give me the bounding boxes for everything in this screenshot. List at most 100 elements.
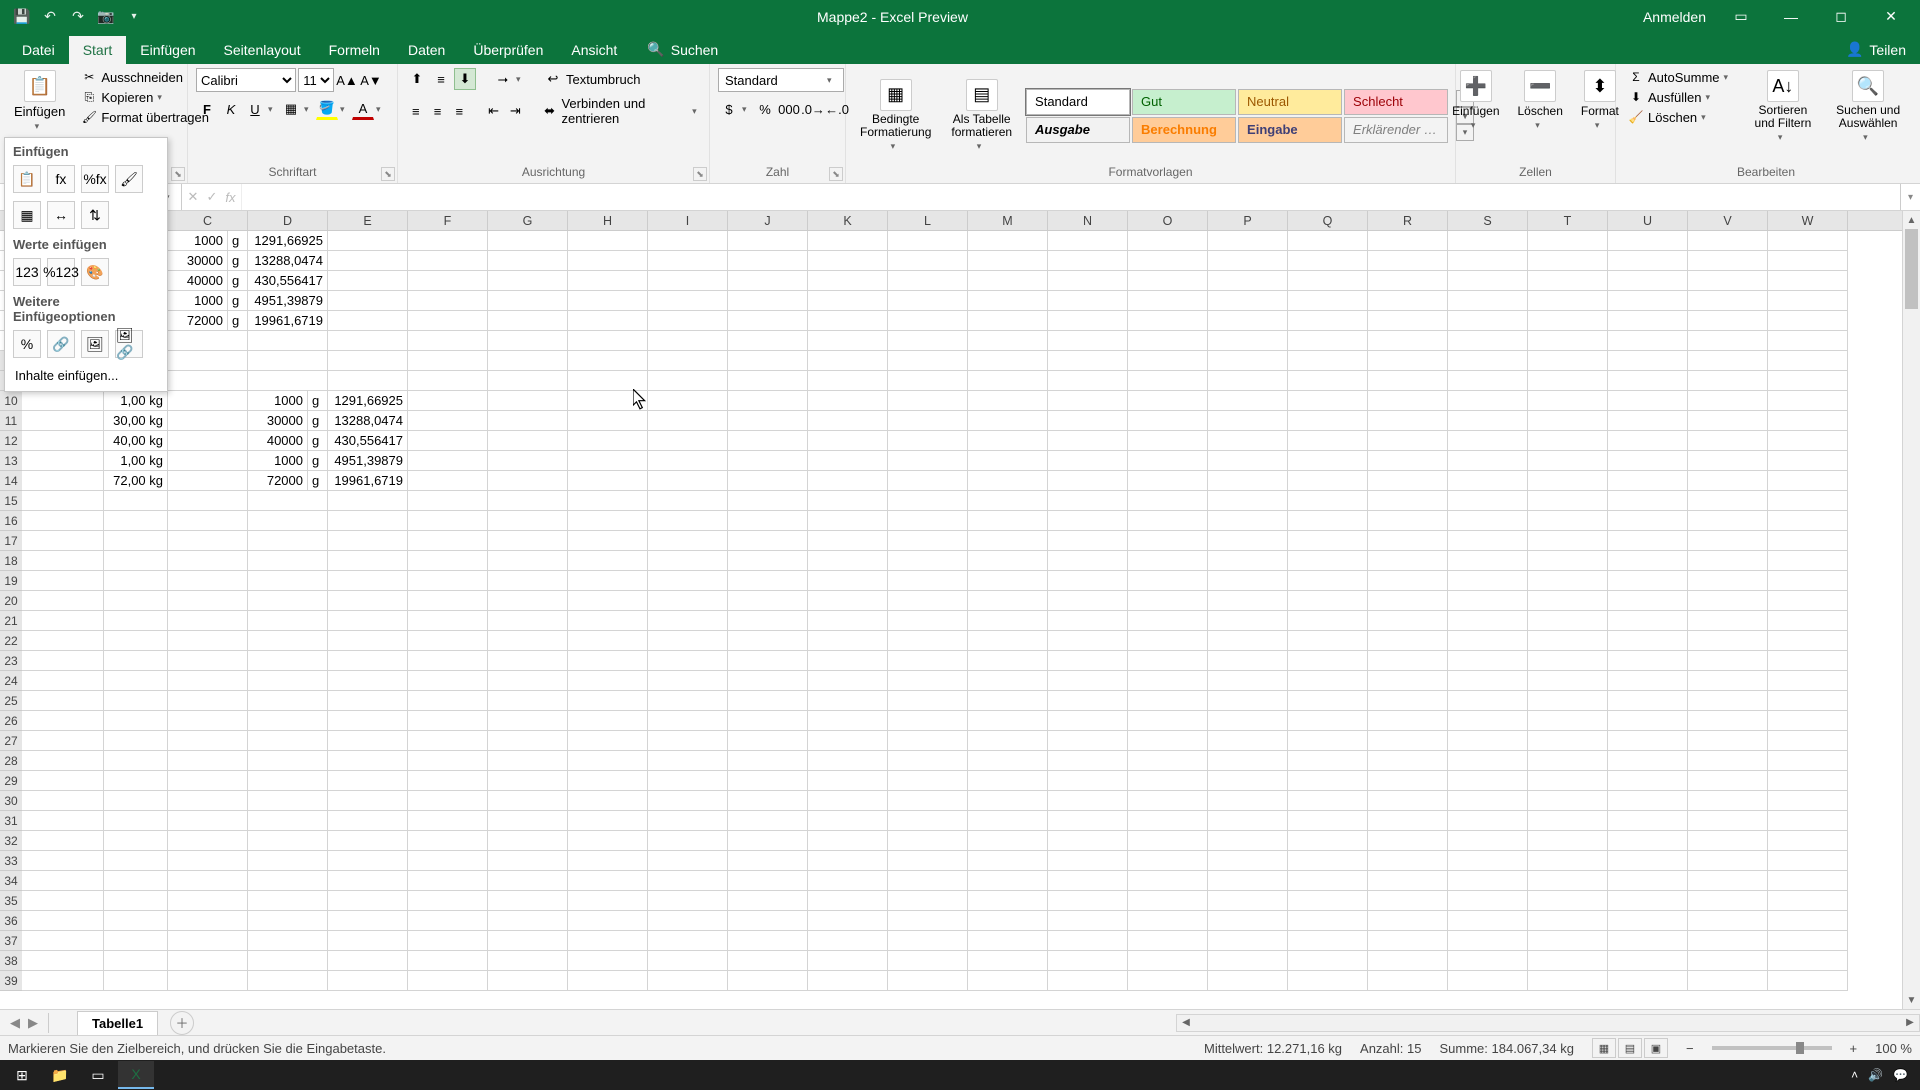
cell[interactable] <box>1448 691 1528 711</box>
col-header[interactable]: V <box>1688 211 1768 230</box>
row-header[interactable]: 11 <box>0 411 22 431</box>
cell[interactable] <box>1528 751 1608 771</box>
paste-picture-icon[interactable]: 🖼 <box>81 330 109 358</box>
cell[interactable] <box>968 271 1048 291</box>
cell[interactable] <box>968 731 1048 751</box>
cell[interactable] <box>888 671 968 691</box>
delete-cells-button[interactable]: ➖Löschen▾ <box>1512 68 1569 133</box>
cell[interactable] <box>1448 651 1528 671</box>
cell[interactable] <box>728 731 808 751</box>
cell[interactable] <box>328 871 408 891</box>
cell[interactable] <box>968 571 1048 591</box>
cell[interactable] <box>1608 951 1688 971</box>
cell[interactable] <box>1608 331 1688 351</box>
align-bottom-icon[interactable]: ⬇ <box>454 68 476 90</box>
cell[interactable] <box>1368 891 1448 911</box>
cell[interactable] <box>1048 911 1128 931</box>
cell[interactable] <box>728 531 808 551</box>
cell[interactable] <box>888 871 968 891</box>
cell[interactable] <box>22 551 104 571</box>
cell[interactable] <box>408 771 488 791</box>
cell[interactable] <box>1208 391 1288 411</box>
cell[interactable] <box>888 951 968 971</box>
cell[interactable] <box>248 651 328 671</box>
cell[interactable] <box>1768 891 1848 911</box>
col-header[interactable]: G <box>488 211 568 230</box>
cell[interactable] <box>648 451 728 471</box>
cell[interactable] <box>1128 651 1208 671</box>
cell[interactable] <box>888 611 968 631</box>
cell[interactable] <box>568 331 648 351</box>
cell[interactable] <box>648 871 728 891</box>
cell[interactable] <box>808 531 888 551</box>
cell[interactable] <box>1528 531 1608 551</box>
decrease-font-icon[interactable]: A▼ <box>360 69 382 91</box>
cell[interactable] <box>1048 851 1128 871</box>
cell[interactable] <box>408 231 488 251</box>
cell[interactable] <box>248 351 328 371</box>
cell[interactable] <box>22 451 104 471</box>
cell[interactable] <box>1688 571 1768 591</box>
cell[interactable] <box>408 451 488 471</box>
cell[interactable] <box>408 491 488 511</box>
cell[interactable] <box>1128 891 1208 911</box>
row-header[interactable]: 37 <box>0 931 22 951</box>
cell-unit[interactable]: g <box>308 411 328 431</box>
cell[interactable] <box>408 851 488 871</box>
cell[interactable] <box>22 891 104 911</box>
cell[interactable] <box>1528 571 1608 591</box>
cell[interactable] <box>968 451 1048 471</box>
cell[interactable] <box>1528 731 1608 751</box>
cell[interactable] <box>728 871 808 891</box>
cell[interactable] <box>1768 871 1848 891</box>
cell[interactable] <box>488 911 568 931</box>
sheet-prev-icon[interactable]: ◀ <box>10 1015 20 1031</box>
cell[interactable] <box>1528 851 1608 871</box>
cell[interactable] <box>248 691 328 711</box>
cell[interactable] <box>1368 871 1448 891</box>
cell[interactable] <box>328 851 408 871</box>
cell[interactable] <box>1528 611 1608 631</box>
cell[interactable] <box>1608 531 1688 551</box>
insert-cells-button[interactable]: ➕Einfügen▾ <box>1446 68 1505 133</box>
cell[interactable] <box>728 891 808 911</box>
cell[interactable] <box>1608 791 1688 811</box>
cell[interactable] <box>568 971 648 991</box>
cell[interactable] <box>1208 611 1288 631</box>
cell[interactable] <box>1688 451 1768 471</box>
cell[interactable] <box>248 611 328 631</box>
cell[interactable] <box>104 871 168 891</box>
cell[interactable] <box>104 771 168 791</box>
cell[interactable]: 19961,6719 <box>328 471 408 491</box>
cell[interactable] <box>968 351 1048 371</box>
cell[interactable] <box>1208 531 1288 551</box>
cell[interactable] <box>1288 371 1368 391</box>
cell[interactable] <box>808 431 888 451</box>
cell[interactable] <box>1608 691 1688 711</box>
cell[interactable] <box>1768 351 1848 371</box>
cell[interactable] <box>168 551 248 571</box>
cell[interactable] <box>328 691 408 711</box>
find-select-button[interactable]: 🔍Suchen und Auswählen▾ <box>1828 68 1908 145</box>
cell[interactable] <box>1448 751 1528 771</box>
cell[interactable] <box>1048 871 1128 891</box>
ribbon-options-icon[interactable]: ▭ <box>1726 8 1756 25</box>
cell[interactable] <box>568 491 648 511</box>
paste-link-icon[interactable]: 🔗 <box>47 330 75 358</box>
cell[interactable] <box>1768 531 1848 551</box>
cell[interactable] <box>22 931 104 951</box>
cell[interactable] <box>1128 931 1208 951</box>
add-sheet-button[interactable]: ＋ <box>170 1011 194 1035</box>
cell[interactable] <box>888 711 968 731</box>
cell[interactable] <box>1528 311 1608 331</box>
cell[interactable] <box>1448 411 1528 431</box>
cell[interactable] <box>408 371 488 391</box>
cell[interactable] <box>648 811 728 831</box>
cell[interactable] <box>1528 351 1608 371</box>
cell[interactable] <box>1768 331 1848 351</box>
cell[interactable] <box>1128 491 1208 511</box>
scroll-down-icon[interactable]: ▼ <box>1903 991 1920 1009</box>
cell[interactable] <box>1048 711 1128 731</box>
cell[interactable] <box>1208 371 1288 391</box>
row-header[interactable]: 35 <box>0 891 22 911</box>
